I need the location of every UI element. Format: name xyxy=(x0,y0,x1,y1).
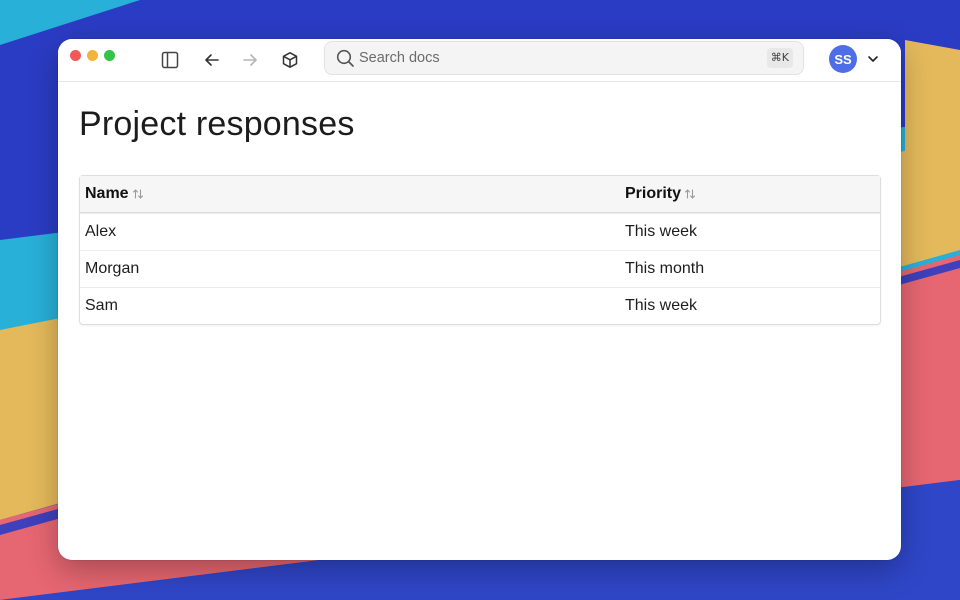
table-header-row: Name Priority xyxy=(80,176,880,213)
forward-button[interactable] xyxy=(238,48,262,72)
back-button[interactable] xyxy=(200,48,224,72)
minimize-window-button[interactable] xyxy=(87,50,98,61)
search-shortcut-badge: ⌘K xyxy=(766,48,793,68)
toolbar: ⌘K SS xyxy=(58,39,901,82)
column-header-name[interactable]: Name xyxy=(80,185,620,203)
arrow-right-icon xyxy=(243,54,257,66)
column-header-priority[interactable]: Priority xyxy=(620,185,880,203)
zoom-window-button[interactable] xyxy=(104,50,115,61)
name-cell: Sam xyxy=(85,297,118,314)
sort-icon[interactable] xyxy=(684,188,696,200)
table-row[interactable]: Sam This week xyxy=(80,287,880,324)
responses-table: Name Priority Alex This week Morgan This… xyxy=(79,175,881,325)
search-input[interactable] xyxy=(359,48,759,68)
column-header-label: Priority xyxy=(625,185,682,202)
table-row[interactable]: Alex This week xyxy=(80,213,880,250)
priority-cell: This week xyxy=(625,223,698,240)
table-row[interactable]: Morgan This month xyxy=(80,250,880,287)
search-bar[interactable]: ⌘K xyxy=(324,41,804,75)
priority-cell: This week xyxy=(625,297,698,314)
page-title: Project responses xyxy=(79,105,355,143)
arrow-left-icon xyxy=(205,54,219,66)
priority-cell: This month xyxy=(625,260,705,277)
app-window: ⌘K SS Project responses Name Priority Al xyxy=(58,39,901,560)
sidebar-toggle-icon xyxy=(161,51,179,69)
cube-icon xyxy=(282,52,298,68)
name-cell: Morgan xyxy=(85,260,140,277)
package-button[interactable] xyxy=(278,48,302,72)
sort-icon[interactable] xyxy=(132,188,144,200)
user-avatar[interactable]: SS xyxy=(829,45,857,73)
close-window-button[interactable] xyxy=(70,50,81,61)
column-header-label: Name xyxy=(85,185,129,202)
chevron-down-icon[interactable] xyxy=(866,52,880,66)
sidebar-toggle-button[interactable] xyxy=(158,48,182,72)
name-cell: Alex xyxy=(85,223,117,240)
search-icon xyxy=(336,49,354,67)
